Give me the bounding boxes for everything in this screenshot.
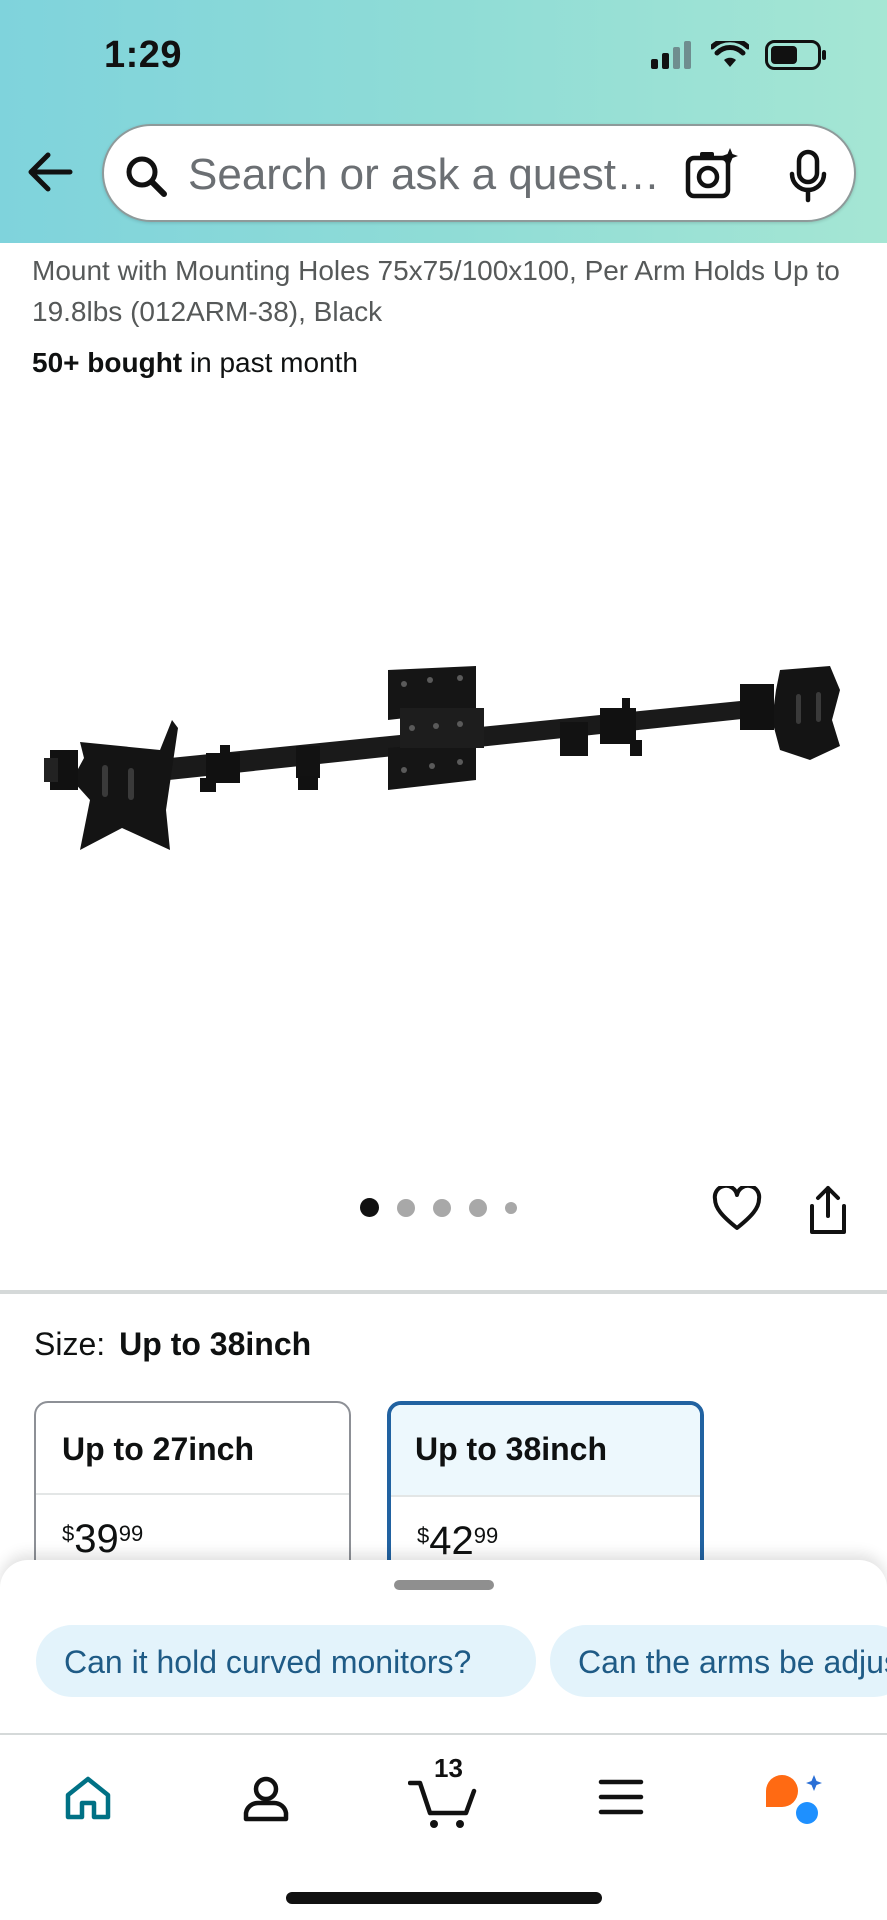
carousel-dot[interactable] — [505, 1201, 517, 1214]
price-currency: $ — [417, 1523, 430, 1548]
size-option-price: $3999 — [36, 1495, 349, 1562]
carousel-dot[interactable] — [469, 1198, 487, 1217]
microphone-icon[interactable] — [786, 148, 830, 204]
sheet-drag-handle[interactable] — [394, 1580, 494, 1590]
wifi-icon — [711, 41, 749, 67]
size-selected-value: Up to 38inch — [119, 1326, 312, 1362]
carousel-dot[interactable] — [360, 1198, 379, 1217]
bought-count: 50+ bought in past month — [32, 347, 358, 379]
account-icon[interactable] — [240, 1773, 292, 1825]
app-header: 1:29 Search or ask a question — [0, 0, 887, 243]
size-label: Size: Up to 38inch — [34, 1326, 311, 1363]
status-icons — [651, 40, 827, 70]
image-carousel-dots[interactable] — [360, 1198, 517, 1217]
signal-icon — [651, 41, 691, 69]
size-option-38inch[interactable]: Up to 38inch $4299 — [387, 1401, 704, 1581]
price-dollars: 39 — [74, 1517, 119, 1561]
battery-icon — [765, 40, 826, 70]
search-bar[interactable]: Search or ask a question — [102, 124, 856, 222]
size-option-27inch[interactable]: Up to 27inch $3999 — [34, 1401, 351, 1581]
price-cents: 99 — [473, 1523, 499, 1548]
price-dollars: 42 — [429, 1519, 474, 1563]
product-image[interactable] — [40, 650, 850, 890]
menu-icon[interactable] — [598, 1777, 644, 1817]
bought-count-bold: 50+ bought — [32, 347, 183, 378]
product-title[interactable]: Mount with Mounting Holes 75x75/100x100,… — [32, 250, 862, 332]
price-cents: 99 — [118, 1521, 144, 1546]
share-icon[interactable] — [806, 1184, 850, 1236]
carousel-dot[interactable] — [397, 1198, 415, 1217]
carousel-dot[interactable] — [433, 1198, 451, 1217]
suggestion-chip[interactable]: Can the arms be adjusted? — [550, 1625, 887, 1697]
home-icon[interactable] — [62, 1773, 114, 1825]
status-time: 1:29 — [104, 34, 183, 76]
suggestion-chip[interactable]: Can it hold curved monitors? — [36, 1625, 536, 1697]
size-label-text: Size: — [34, 1326, 106, 1362]
cart-icon[interactable] — [408, 1779, 478, 1831]
camera-lens-icon[interactable] — [684, 146, 740, 202]
size-option-name: Up to 27inch — [36, 1403, 349, 1495]
heart-icon[interactable] — [712, 1186, 762, 1232]
size-option-name: Up to 38inch — [391, 1405, 700, 1497]
search-input[interactable]: Search or ask a question — [188, 150, 668, 200]
bottom-navigation: 13 — [0, 1733, 887, 1920]
section-divider — [0, 1290, 887, 1294]
bought-count-rest: in past month — [182, 347, 358, 378]
rufus-suggestion-sheet[interactable]: Can it hold curved monitors? Can the arm… — [0, 1560, 887, 1735]
size-option-price: $4299 — [391, 1497, 700, 1564]
search-icon — [126, 156, 167, 197]
back-arrow-icon[interactable] — [24, 146, 76, 198]
price-currency: $ — [62, 1521, 75, 1546]
rufus-icon[interactable] — [762, 1771, 826, 1827]
home-indicator — [286, 1892, 602, 1904]
